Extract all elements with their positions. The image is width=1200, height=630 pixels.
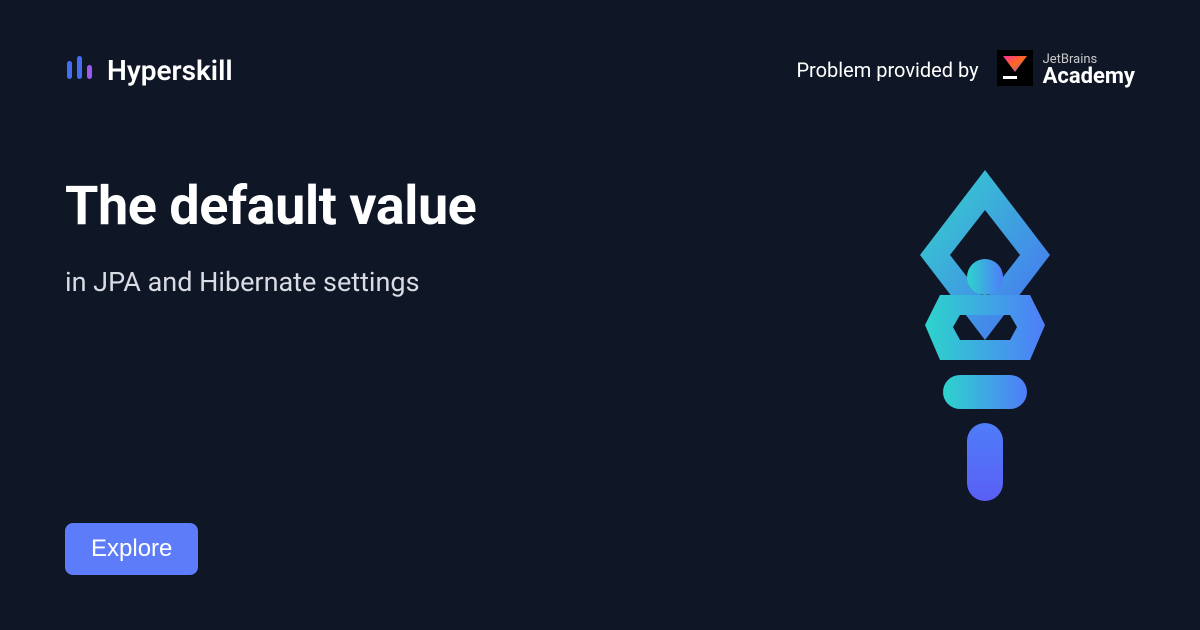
jetbrains-academy-icon — [997, 50, 1033, 90]
provider-label: Problem provided by — [796, 58, 978, 82]
header: Hyperskill Problem provided by — [0, 0, 1200, 90]
brand-name: Hyperskill — [107, 54, 233, 87]
brand: Hyperskill — [65, 53, 233, 87]
academy-main-label: Academy — [1043, 66, 1135, 88]
academy-brand: JetBrains Academy — [997, 50, 1135, 90]
hyperskill-logo-icon — [65, 53, 95, 87]
explore-button[interactable]: Explore — [65, 523, 198, 575]
provider-block: Problem provided by Je — [796, 50, 1135, 90]
pen-graphic-icon — [885, 165, 1085, 505]
